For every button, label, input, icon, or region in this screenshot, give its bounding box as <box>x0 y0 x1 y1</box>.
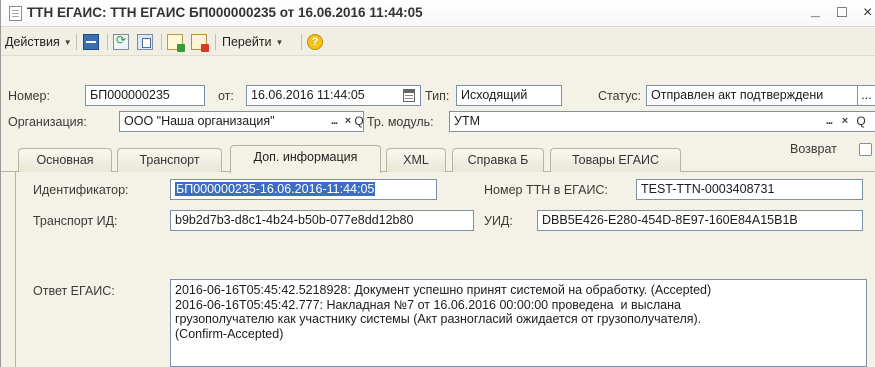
organization-search-icon[interactable]: Q <box>352 112 366 131</box>
title-bar: ТТН ЕГАИС: ТТН ЕГАИС БП000000235 от 16.0… <box>1 0 875 27</box>
calendar-icon[interactable] <box>403 89 415 102</box>
ttn-number-label: Номер ТТН в ЕГАИС: <box>484 183 608 197</box>
module-value: УТМ <box>454 114 480 128</box>
number-field[interactable]: БП000000235 <box>85 85 205 106</box>
module-field[interactable]: УТМ <box>449 111 875 132</box>
window-title: ТТН ЕГАИС: ТТН ЕГАИС БП000000235 от 16.0… <box>27 5 423 20</box>
status-field[interactable]: Отправлен акт подтверждени <box>646 85 858 106</box>
document-window: ТТН ЕГАИС: ТТН ЕГАИС БП000000235 от 16.0… <box>0 0 875 367</box>
toolbar-separator <box>161 34 162 50</box>
document-icon <box>9 6 22 21</box>
copy-icon[interactable] <box>137 34 153 50</box>
identifier-label: Идентификатор: <box>33 183 129 197</box>
tab-certificate-b[interactable]: Справка Б <box>452 148 544 172</box>
goto-menu-button[interactable]: Перейти ▼ <box>222 33 283 51</box>
response-text-area[interactable]: 2016-06-16T05:45:42.5218928: Документ ус… <box>170 279 867 367</box>
return-label: Возврат <box>790 142 837 156</box>
type-field[interactable]: Исходящий <box>456 85 562 106</box>
module-clear-icon[interactable]: × <box>838 112 852 131</box>
ttn-number-field[interactable]: TEST-TTN-0003408731 <box>636 179 863 200</box>
identifier-value: БП000000235-16.06.2016-11:44:05 <box>175 182 376 196</box>
document-green-icon[interactable] <box>167 34 185 52</box>
refresh-icon[interactable] <box>113 33 129 50</box>
return-checkbox[interactable] <box>859 143 872 156</box>
chevron-down-icon: ▼ <box>63 37 72 47</box>
module-search-icon[interactable]: Q <box>854 112 868 131</box>
tab-xml[interactable]: XML <box>386 148 446 172</box>
status-select-button[interactable]: ... <box>857 85 875 106</box>
date-field[interactable]: 16.06.2016 11:44:05 <box>246 85 421 106</box>
actions-menu-button[interactable]: Действия ▼ <box>5 33 72 51</box>
close-button[interactable]: × <box>863 4 872 22</box>
tab-additional-info[interactable]: Доп. информация <box>230 145 381 173</box>
tab-transport[interactable]: Транспорт <box>117 148 222 172</box>
toolbar-separator <box>215 34 216 50</box>
module-label: Тр. модуль: <box>367 115 434 129</box>
type-label: Тип: <box>425 89 450 103</box>
module-select-button[interactable]: ... <box>822 112 836 131</box>
transport-id-label: Транспорт ИД: <box>33 214 118 228</box>
uid-field[interactable]: DBB5E426-E280-454D-8E97-160E84A15B1B <box>537 210 863 231</box>
uid-label: УИД: <box>484 214 513 228</box>
toolbar-separator <box>107 34 108 50</box>
actions-menu-label: Действия <box>5 35 60 49</box>
transport-id-field[interactable]: b9b2d7b3-d8c1-4b24-b50b-077e8dd12b80 <box>170 210 474 231</box>
goto-menu-label: Перейти <box>222 35 272 49</box>
toolbar: Действия ▼ Перейти ▼ ? <box>1 28 875 56</box>
toolbar-separator <box>301 34 302 50</box>
organization-value: ООО "Наша организация" <box>124 114 275 128</box>
date-label: от: <box>218 89 234 103</box>
dots-icon: ... <box>861 88 872 102</box>
minimize-button[interactable]: _ <box>811 2 820 20</box>
help-icon[interactable]: ? <box>307 34 323 50</box>
tab-egais-goods[interactable]: Товары ЕГАИС <box>550 148 681 172</box>
organization-select-button[interactable]: ... <box>327 112 341 131</box>
chevron-down-icon: ▼ <box>275 37 284 47</box>
number-label: Номер: <box>8 89 50 103</box>
status-label: Статус: <box>598 89 641 103</box>
organization-label: Организация: <box>8 115 87 129</box>
maximize-button[interactable]: □ <box>837 4 847 22</box>
response-label: Ответ ЕГАИС: <box>33 284 115 298</box>
document-red-icon[interactable] <box>191 34 209 52</box>
tab-main[interactable]: Основная <box>18 148 112 172</box>
toolbar-separator <box>76 34 77 50</box>
identifier-field[interactable]: БП000000235-16.06.2016-11:44:05 <box>170 179 437 200</box>
split-icon[interactable] <box>83 34 99 50</box>
